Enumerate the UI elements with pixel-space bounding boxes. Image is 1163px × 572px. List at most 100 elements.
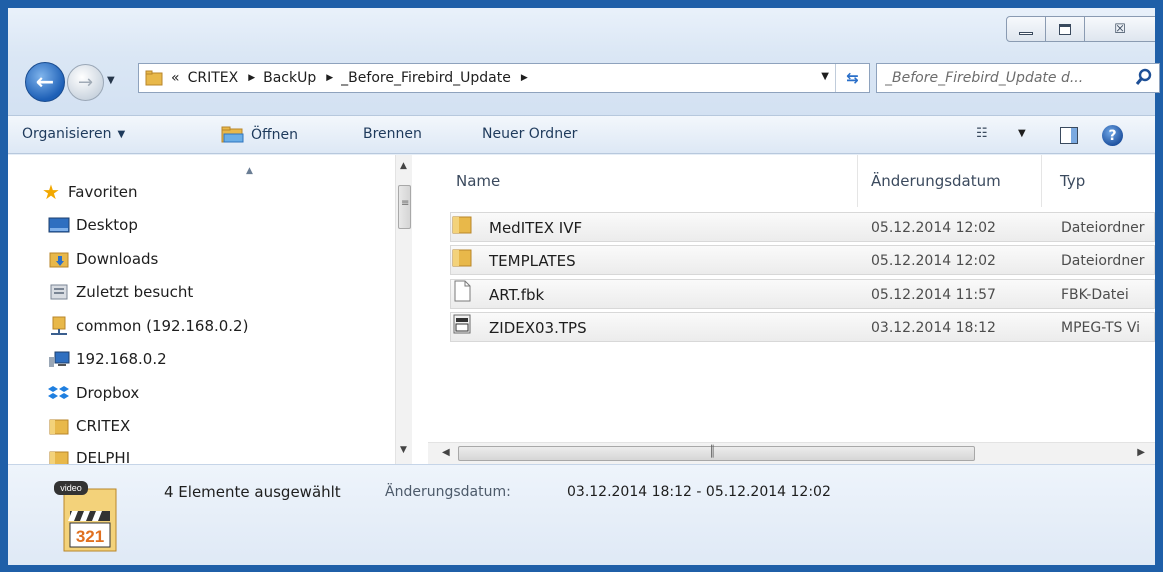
chevron-down-icon: ▼ xyxy=(117,128,126,140)
column-header-label: Name xyxy=(456,172,501,190)
recent-pages-dropdown[interactable]: ▼ xyxy=(107,75,117,86)
sidebar-item-delphi[interactable]: DELPHI xyxy=(48,445,130,464)
search-placeholder[interactable]: _Before_Firebird_Update d... xyxy=(885,70,1125,86)
file-type: Dateiordner xyxy=(1061,220,1145,236)
pane-divider[interactable] xyxy=(412,155,428,464)
folder-icon xyxy=(48,417,70,435)
sidebar-item-label: common (192.168.0.2) xyxy=(76,317,249,335)
detail-date-value: 03.12.2014 18:12 - 05.12.2014 12:02 xyxy=(567,484,831,500)
back-button[interactable]: ← xyxy=(25,62,65,102)
breadcrumb-separator-icon[interactable]: ▶ xyxy=(521,73,528,83)
file-row[interactable]: MedITEX IVF 05.12.2014 12:02 Dateiordner xyxy=(450,212,1155,242)
sidebar-favorites[interactable]: ★ Favoriten xyxy=(40,179,137,205)
desktop-icon xyxy=(48,216,70,234)
forward-button[interactable]: → xyxy=(67,64,104,101)
open-folder-icon xyxy=(221,126,244,143)
details-pane: video 321 4 Elemente ausgewählt Änderung… xyxy=(8,464,1155,565)
burn-button[interactable]: Brennen xyxy=(363,126,422,142)
file-list: Name Änderungsdatum Typ MedITEX IVF 05.1… xyxy=(428,155,1155,442)
selection-count: 4 Elemente ausgewählt xyxy=(164,483,341,501)
search-field[interactable]: _Before_Firebird_Update d... xyxy=(876,63,1160,93)
folder-icon xyxy=(48,449,70,464)
scrollbar-thumb[interactable]: ║ xyxy=(458,445,975,461)
sidebar-item-critex[interactable]: CRITEX xyxy=(48,413,130,439)
search-icon[interactable] xyxy=(1135,68,1153,88)
sidebar-item-label: 192.168.0.2 xyxy=(76,350,167,368)
file-date: 03.12.2014 18:12 xyxy=(871,320,996,336)
detail-date-label: Änderungsdatum: xyxy=(385,484,511,500)
close-icon: ☒ xyxy=(1114,21,1126,37)
column-header-type[interactable]: Typ xyxy=(1050,155,1155,207)
column-header-label: Typ xyxy=(1060,172,1086,190)
video-file-icon: video 321 xyxy=(54,481,117,552)
open-label: Öffnen xyxy=(251,127,299,143)
sidebar-item-label: DELPHI xyxy=(76,449,131,464)
scroll-right-icon[interactable]: ▶ xyxy=(1137,447,1145,458)
address-bar[interactable]: « CRITEX ▶ BackUp ▶ _Before_Firebird_Upd… xyxy=(138,63,870,93)
sidebar-item-desktop[interactable]: Desktop xyxy=(48,212,138,238)
title-bar: ☒ xyxy=(8,8,1155,53)
sidebar-item-dropbox[interactable]: Dropbox xyxy=(48,380,139,406)
sidebar-item-downloads[interactable]: Downloads xyxy=(48,246,158,272)
network-share-icon xyxy=(48,316,70,335)
help-icon[interactable]: ? xyxy=(1102,125,1123,146)
burn-label: Brennen xyxy=(363,126,422,142)
horizontal-scrollbar[interactable]: ◀ ║ ▶ xyxy=(428,442,1155,464)
downloads-folder-icon xyxy=(48,250,70,268)
column-header-label: Änderungsdatum xyxy=(871,172,1001,190)
view-options-icon[interactable]: ☷ xyxy=(976,126,988,141)
scroll-down-icon[interactable]: ▼ xyxy=(400,445,407,455)
folder-icon xyxy=(452,216,472,234)
maximize-icon xyxy=(1059,23,1071,35)
column-header-name[interactable]: Name xyxy=(446,155,858,207)
organize-menu[interactable]: Organisieren ▼ xyxy=(22,126,125,142)
address-row: ← → ▼ « CRITEX ▶ BackUp ▶ _Before_Firebi… xyxy=(8,53,1160,115)
breadcrumb-separator-icon[interactable]: ▶ xyxy=(248,73,255,83)
breadcrumb-overflow[interactable]: « xyxy=(171,70,180,86)
preview-pane-icon[interactable] xyxy=(1060,127,1078,144)
breadcrumb-separator-icon[interactable]: ▶ xyxy=(326,73,333,83)
star-icon: ★ xyxy=(42,180,60,204)
folder-icon xyxy=(452,249,472,267)
column-header-date[interactable]: Änderungsdatum xyxy=(861,155,1042,207)
close-button[interactable]: ☒ xyxy=(1084,16,1155,42)
sidebar-item-label: Downloads xyxy=(76,250,159,268)
scroll-left-icon[interactable]: ◀ xyxy=(442,447,450,458)
organize-label: Organisieren xyxy=(22,126,112,142)
back-arrow-icon: ← xyxy=(35,69,55,95)
sidebar-item-common[interactable]: common (192.168.0.2) xyxy=(48,313,248,339)
file-name: ZIDEX03.TPS xyxy=(489,319,587,337)
refresh-icon: ⇆ xyxy=(846,69,859,87)
file-name: TEMPLATES xyxy=(489,252,576,270)
breadcrumb-before-firebird-update[interactable]: _Before_Firebird_Update xyxy=(341,70,511,86)
address-dropdown-icon[interactable]: ▼ xyxy=(821,71,829,82)
sidebar-item-label: Dropbox xyxy=(76,384,140,402)
file-type: FBK-Datei xyxy=(1061,287,1129,303)
file-row[interactable]: ZIDEX03.TPS 03.12.2014 18:12 MPEG-TS Vi xyxy=(450,312,1155,342)
sidebar-item-label: CRITEX xyxy=(76,417,131,435)
sidebar-item-network[interactable]: 192.168.0.2 xyxy=(48,346,167,372)
file-name: MedITEX IVF xyxy=(489,219,583,237)
navigation-pane: ★ Favoriten Desktop Downloads Zuletzt be… xyxy=(8,155,395,464)
open-button[interactable]: Öffnen xyxy=(221,126,298,144)
folder-icon xyxy=(145,70,163,86)
file-type: Dateiordner xyxy=(1061,253,1145,269)
chevron-down-icon[interactable]: ▼ xyxy=(1018,128,1026,139)
sidebar-item-recent[interactable]: Zuletzt besucht xyxy=(48,279,193,305)
file-row[interactable]: TEMPLATES 05.12.2014 12:02 Dateiordner xyxy=(450,245,1155,275)
recent-places-icon xyxy=(48,283,70,301)
maximize-button[interactable] xyxy=(1045,16,1085,42)
new-folder-button[interactable]: Neuer Ordner xyxy=(482,126,577,142)
breadcrumb-backup[interactable]: BackUp xyxy=(263,70,316,86)
video-file-icon xyxy=(453,314,471,334)
file-row[interactable]: ART.fbk 05.12.2014 11:57 FBK-Datei xyxy=(450,279,1155,309)
thumbnail-number-text: 321 xyxy=(76,527,104,546)
scroll-up-icon[interactable]: ▲ xyxy=(400,161,407,171)
grip-icon: ║ xyxy=(709,445,716,458)
refresh-button[interactable]: ⇆ xyxy=(835,64,869,92)
breadcrumb-critex[interactable]: CRITEX xyxy=(188,70,239,86)
file-date: 05.12.2014 12:02 xyxy=(871,253,996,269)
navigation-scrollbar[interactable]: ▲ ▼ xyxy=(395,155,412,464)
scrollbar-thumb[interactable] xyxy=(398,185,411,229)
minimize-button[interactable] xyxy=(1006,16,1046,42)
